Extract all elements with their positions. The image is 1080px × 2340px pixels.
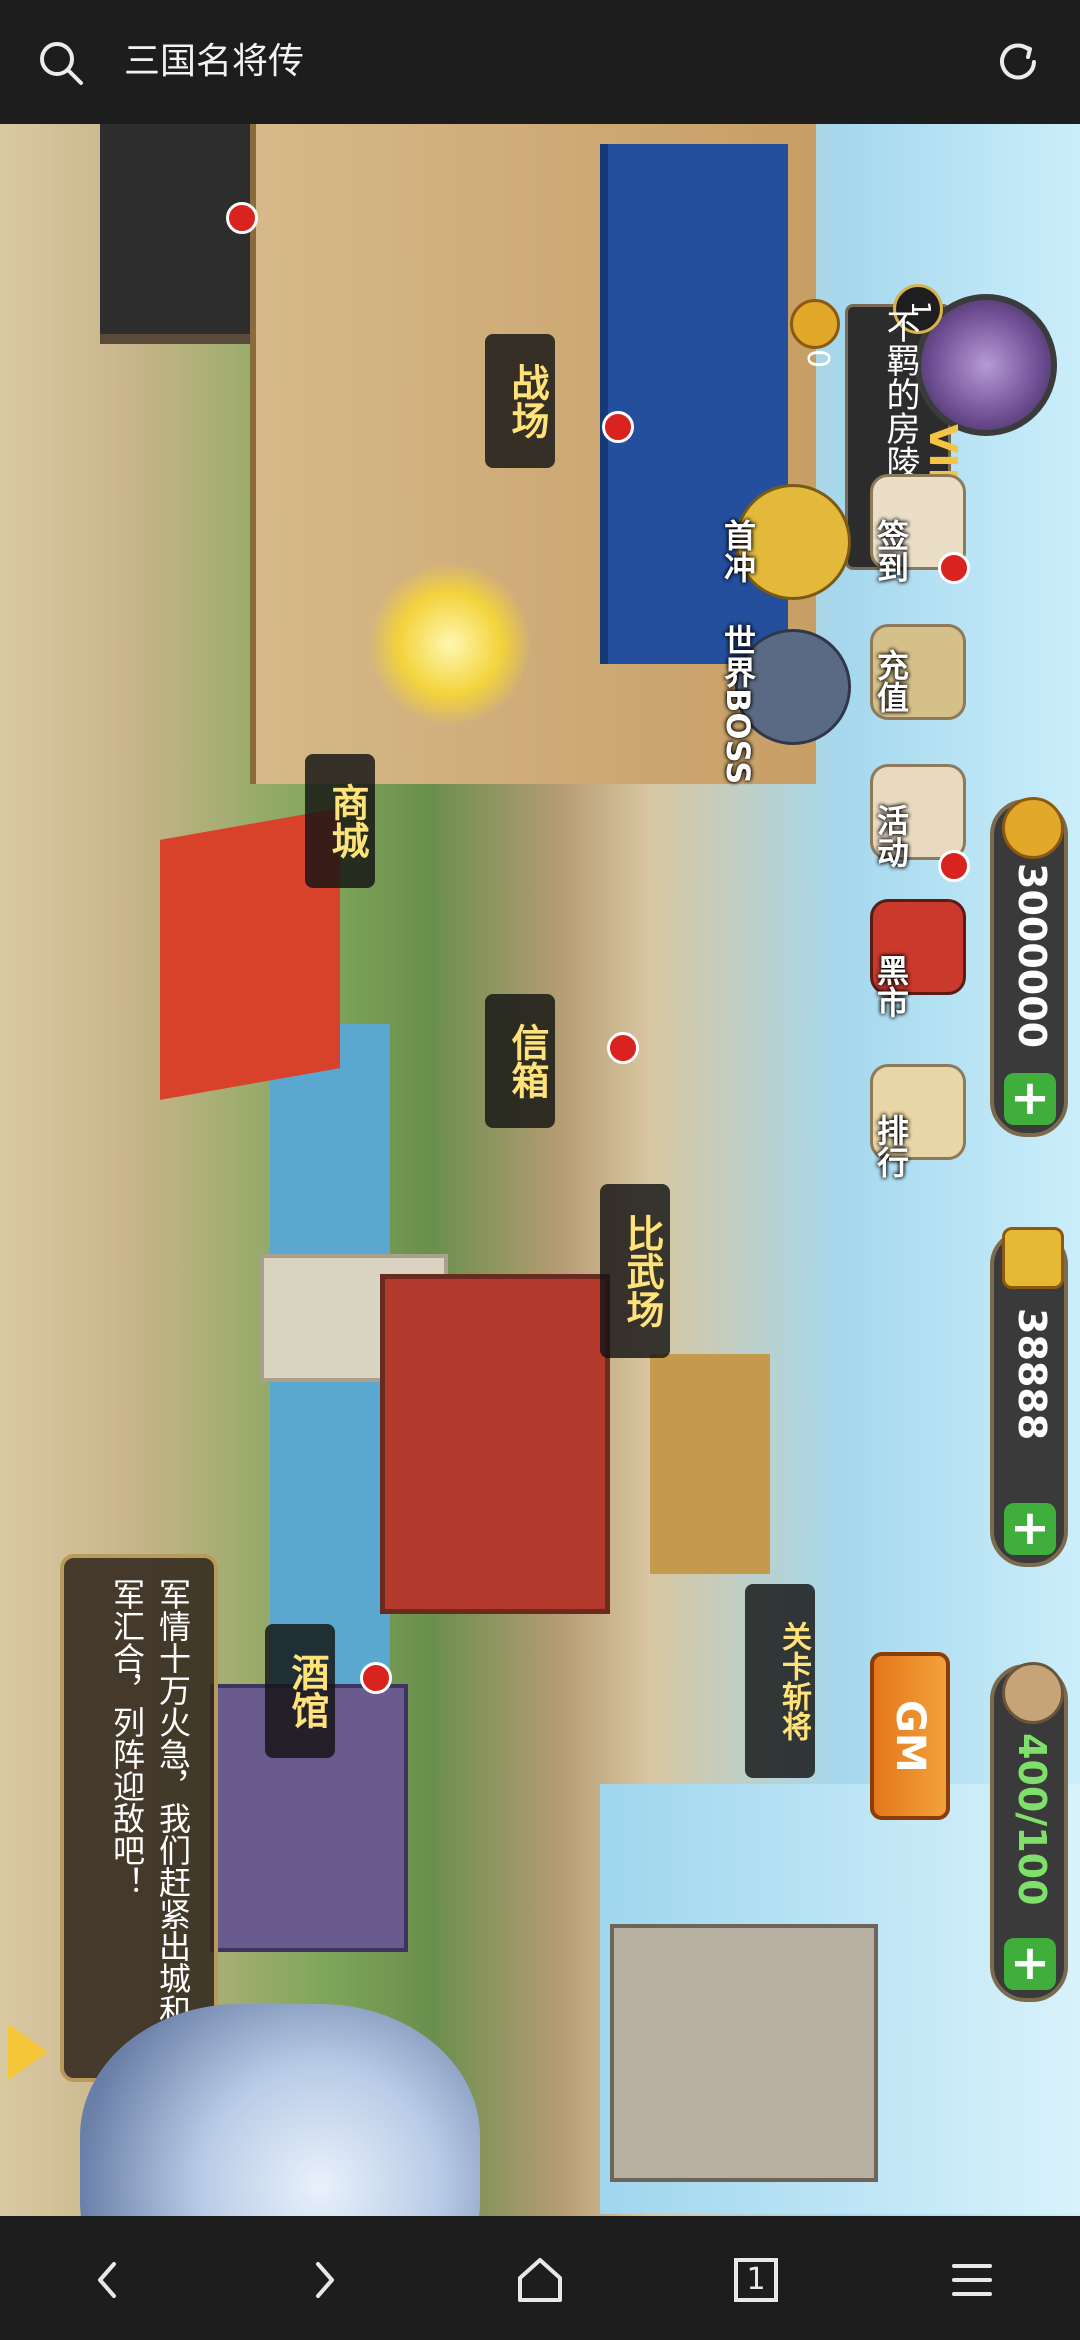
gate-notification-dot (226, 202, 258, 234)
food-resource-bar: 400/100 + (990, 1662, 1068, 2002)
gold-coin-icon (1002, 797, 1064, 859)
add-gold-button[interactable]: + (1004, 1073, 1056, 1125)
tab-count: 1 (746, 2262, 766, 2297)
browser-top-bar: 三国名将传 (0, 0, 1080, 124)
building-label-shop[interactable]: 商城 (305, 754, 375, 888)
menu-label-event: 活动 (872, 804, 910, 868)
signin-notification-dot (938, 552, 970, 584)
menu-icon[interactable] (944, 2252, 1000, 2308)
building-label-mail[interactable]: 信箱 (485, 994, 555, 1128)
dialog-arrow-icon[interactable] (8, 2024, 48, 2080)
power-value: 0 (800, 349, 835, 369)
dialog-text: 军情十万火急，我们赶紧出城和大军汇合，列阵迎敌吧！ (108, 1578, 192, 2058)
event-notification-dot (938, 850, 970, 882)
building-label-recruit[interactable]: 关卡斩将 (745, 1584, 815, 1778)
tavern-notification-dot (360, 1662, 392, 1694)
gold-ingot-icon (1002, 1227, 1064, 1289)
ingot-value: 38888 (1010, 1308, 1054, 1441)
power-icon (790, 299, 840, 349)
building-label-battle[interactable]: 战场 (485, 334, 555, 468)
food-icon (1002, 1662, 1064, 1724)
menu-label-recharge: 充值 (872, 649, 910, 713)
tutorial-pointer-icon (370, 564, 530, 724)
search-icon[interactable] (38, 40, 84, 86)
menu-label-signin: 签到 (872, 519, 910, 583)
add-ingot-button[interactable]: + (1004, 1503, 1056, 1555)
building-label-arena[interactable]: 比武场 (600, 1184, 670, 1358)
gold-value: 3000000 (1010, 863, 1054, 1049)
food-value: 400/100 (1010, 1733, 1054, 1906)
home-icon[interactable] (512, 2252, 568, 2308)
menu-label-blackmarket: 黑市 (872, 954, 910, 1018)
game-canvas[interactable]: 1 不羁的房陵刀客 VIP 6 0 3000000 + 38888 + 400/… (0, 124, 1080, 2216)
menu-label-rank: 排行 (872, 1114, 910, 1178)
story-dialog[interactable]: 军情十万火急，我们赶紧出城和大军汇合，列阵迎敌吧！ (60, 1554, 218, 2082)
village (610, 1924, 878, 2182)
browser-bottom-bar: 1 (0, 2216, 1080, 2340)
advisor-character (80, 2004, 480, 2216)
refresh-icon[interactable] (994, 38, 1042, 86)
mail-notification-dot (607, 1032, 639, 1064)
menu-label-worldboss: 世界BOSS (719, 624, 757, 785)
battle-notification-dot (602, 411, 634, 443)
page-title: 三国名将传 (124, 41, 305, 82)
ingot-resource-bar: 38888 + (990, 1227, 1068, 1567)
add-food-button[interactable]: + (1004, 1938, 1056, 1990)
gm-button[interactable]: GM (870, 1652, 950, 1820)
arena-camp[interactable] (380, 1274, 610, 1614)
building-label-tavern[interactable]: 酒馆 (265, 1624, 335, 1758)
back-icon[interactable] (80, 2252, 136, 2308)
pagoda (650, 1354, 770, 1574)
menu-label-firstcharge: 首冲 (719, 519, 757, 583)
gold-resource-bar: 3000000 + (990, 797, 1068, 1137)
tabs-button[interactable]: 1 (728, 2252, 784, 2308)
forward-icon[interactable] (296, 2252, 352, 2308)
